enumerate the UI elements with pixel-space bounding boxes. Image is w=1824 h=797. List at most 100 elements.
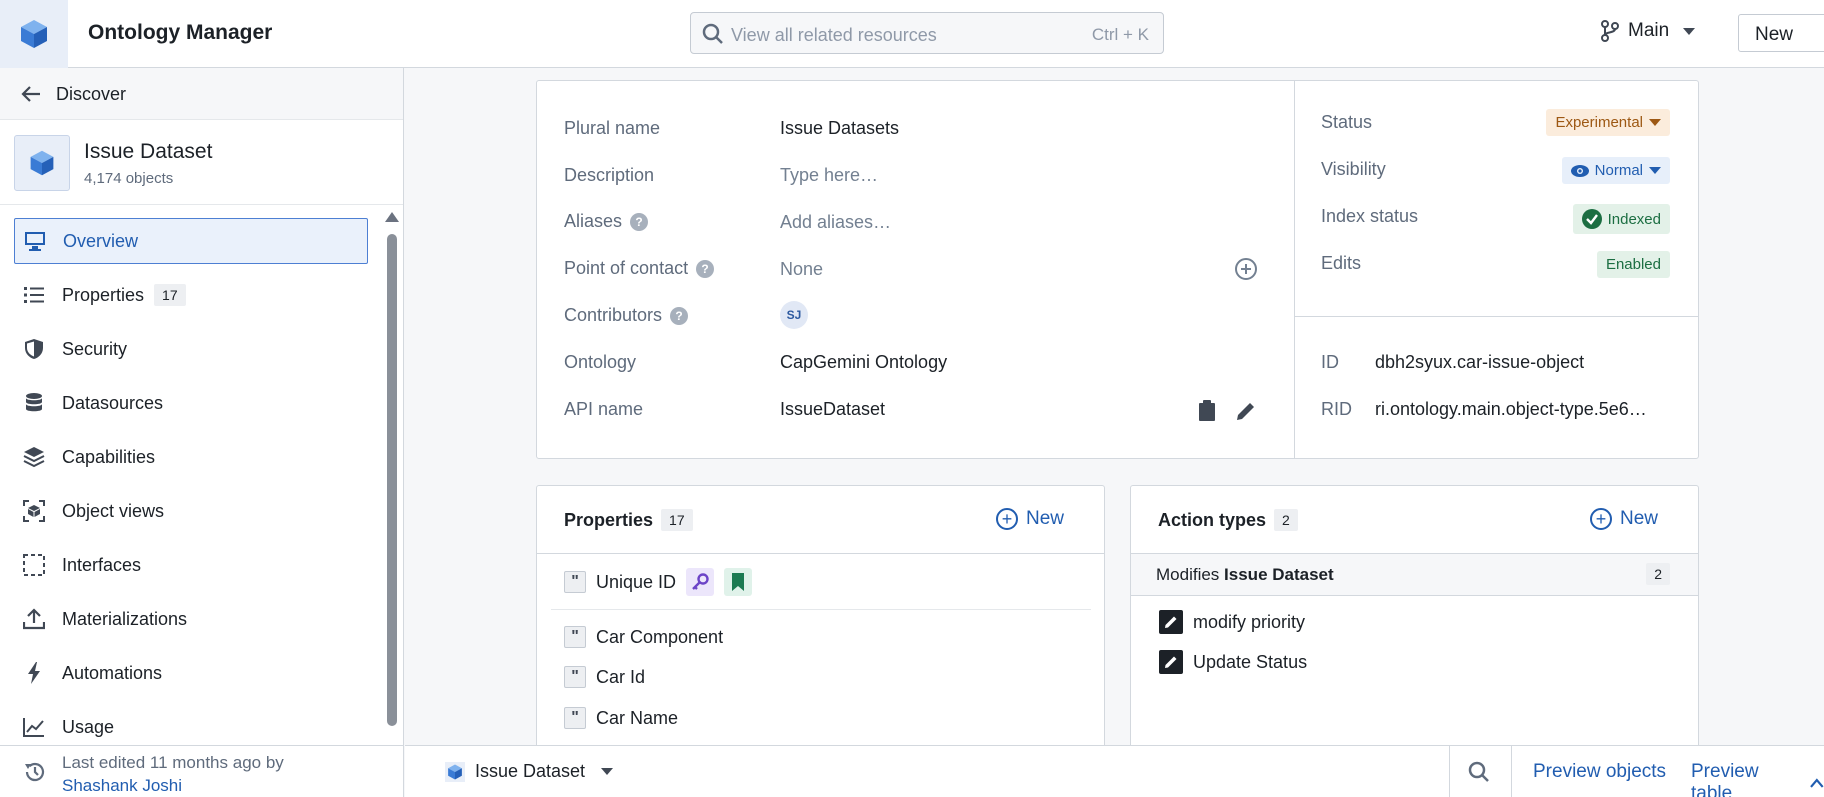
ontology-value: CapGemini Ontology — [780, 352, 948, 372]
index-status-label: Index status — [1321, 206, 1419, 226]
chevron-down-icon — [1649, 119, 1661, 126]
sidebar-item-interfaces[interactable]: Interfaces — [14, 542, 368, 588]
last-edited-footer: Last edited 11 months ago by Shashank Jo… — [0, 745, 403, 797]
contributors-label: Contributors? — [564, 305, 689, 326]
edit-pencil-icon[interactable] — [1236, 401, 1256, 421]
sidebar: Discover Issue Dataset 4,174 objects Ove… — [0, 68, 404, 797]
property-item[interactable]: " Car Name — [564, 707, 678, 729]
discover-link[interactable]: Discover — [0, 68, 403, 120]
monitor-icon — [25, 232, 45, 251]
id-label: ID — [1321, 352, 1339, 372]
property-item[interactable]: " Car Component — [564, 626, 723, 648]
preview-table-button[interactable]: Preview table — [1691, 761, 1824, 797]
rid-label: RID — [1321, 399, 1352, 419]
help-icon[interactable]: ? — [670, 306, 689, 325]
check-circle-icon — [1581, 209, 1602, 229]
search-placeholder: View all related resources — [731, 25, 937, 45]
rid-value[interactable]: ri.ontology.main.object-type.5e6… — [1375, 399, 1647, 420]
sidebar-item-label: Materializations — [62, 608, 188, 629]
property-item-unique-id[interactable]: " Unique ID — [564, 568, 753, 596]
plural-name-label: Plural name — [564, 118, 661, 138]
action-type-item[interactable]: Update Status — [1159, 650, 1307, 674]
plus-circle-icon: + — [1589, 508, 1612, 530]
app-title: Ontology Manager — [88, 21, 273, 44]
sidebar-item-automations[interactable]: Automations — [14, 650, 368, 696]
shield-icon — [25, 339, 43, 359]
chevron-down-icon — [1649, 167, 1661, 174]
contributor-avatar[interactable]: SJ — [780, 301, 808, 329]
sidebar-item-label: Automations — [62, 662, 163, 683]
edits-status-badge: Enabled — [1596, 251, 1670, 278]
properties-card-header: Properties 17 + New — [537, 486, 1104, 554]
properties-count-badge: 17 — [154, 284, 186, 306]
sidebar-item-capabilities[interactable]: Capabilities — [14, 434, 368, 480]
api-name-value: IssueDataset — [780, 399, 886, 419]
sidebar-item-overview[interactable]: Overview — [14, 218, 368, 264]
add-contact-icon[interactable] — [1234, 257, 1258, 281]
search-input[interactable]: View all related resources Ctrl + K — [690, 12, 1164, 54]
sidebar-item-label: Usage — [62, 716, 115, 737]
sidebar-item-security[interactable]: Security — [14, 326, 368, 372]
action-types-card: Action types 2 + New Modifies Issue Datase… — [1130, 485, 1699, 755]
last-edited-user-link[interactable]: Shashank Joshi — [62, 776, 182, 796]
modifies-group-header[interactable]: Modifies Issue Dataset 2 — [1131, 554, 1698, 596]
app-logo[interactable] — [0, 0, 68, 68]
api-name-label: API name — [564, 399, 644, 419]
modifies-count-badge: 2 — [1646, 563, 1670, 585]
new-property-button[interactable]: + New — [995, 508, 1064, 530]
object-selector[interactable]: Issue Dataset — [445, 761, 614, 782]
plural-name-value[interactable]: Issue Datasets — [780, 118, 899, 139]
aliases-label: Aliases? — [564, 211, 649, 232]
new-action-type-button[interactable]: + New — [1589, 508, 1658, 530]
object-info-card: Plural name Issue Datasets Description T… — [536, 80, 1699, 459]
string-type-icon: " — [564, 571, 586, 593]
sidebar-item-materializations[interactable]: Materializations — [14, 596, 368, 642]
branch-selector[interactable]: Main — [1600, 20, 1696, 42]
layers-icon — [23, 447, 45, 468]
sidebar-item-datasources[interactable]: Datasources — [14, 380, 368, 426]
divider — [1511, 746, 1512, 797]
list-icon — [24, 287, 44, 303]
status-dropdown[interactable]: Experimental — [1546, 109, 1670, 136]
visibility-dropdown[interactable]: Normal — [1561, 157, 1670, 184]
sidebar-item-label: Interfaces — [62, 554, 142, 575]
point-of-contact-label: Point of contact? — [564, 258, 715, 279]
string-type-icon: " — [564, 666, 586, 688]
object-header: Issue Dataset 4,174 objects — [0, 120, 403, 205]
object-count: 4,174 objects — [84, 170, 174, 187]
upload-icon — [23, 608, 45, 630]
index-status-badge: Indexed — [1572, 204, 1670, 234]
help-icon[interactable]: ? — [630, 212, 649, 231]
clipboard-icon[interactable] — [1198, 400, 1216, 422]
action-types-count-badge: 2 — [1274, 509, 1298, 531]
sidebar-scrollbar[interactable] — [387, 234, 397, 726]
description-field[interactable]: Type here… — [780, 165, 878, 186]
new-button[interactable]: New — [1738, 14, 1824, 52]
properties-card: Properties 17 + New " Unique ID " Car Compo… — [536, 485, 1105, 755]
sidebar-item-label: Capabilities — [62, 446, 156, 467]
property-item[interactable]: " Car Id — [564, 666, 645, 688]
eye-icon — [1570, 164, 1589, 177]
aliases-field[interactable]: Add aliases… — [780, 212, 891, 233]
sidebar-item-usage[interactable]: Usage — [14, 704, 368, 750]
scroll-up-arrow[interactable] — [385, 212, 399, 222]
search-icon[interactable] — [1467, 760, 1491, 784]
sidebar-item-label: Properties — [62, 284, 145, 305]
object-view-icon — [23, 500, 45, 522]
action-type-item[interactable]: modify priority — [1159, 610, 1305, 634]
database-icon — [26, 393, 42, 412]
edit-pencil-icon — [1159, 650, 1183, 674]
preview-objects-button[interactable]: Preview objects — [1533, 761, 1666, 783]
sidebar-item-properties[interactable]: Properties 17 — [14, 272, 368, 318]
help-icon[interactable]: ? — [696, 259, 715, 278]
sidebar-item-object-views[interactable]: Object views — [14, 488, 368, 534]
point-of-contact-value[interactable]: None — [780, 259, 823, 280]
search-icon — [702, 23, 723, 44]
visibility-label: Visibility — [1321, 159, 1386, 179]
interface-icon — [23, 554, 45, 576]
action-types-card-header: Action types 2 + New — [1131, 486, 1698, 554]
cube-icon — [445, 761, 465, 782]
top-bar: Ontology Manager View all related resour… — [0, 0, 1824, 68]
sidebar-item-label: Datasources — [62, 392, 164, 413]
bottom-bar: Issue Dataset Preview objects Preview ta… — [405, 745, 1824, 797]
